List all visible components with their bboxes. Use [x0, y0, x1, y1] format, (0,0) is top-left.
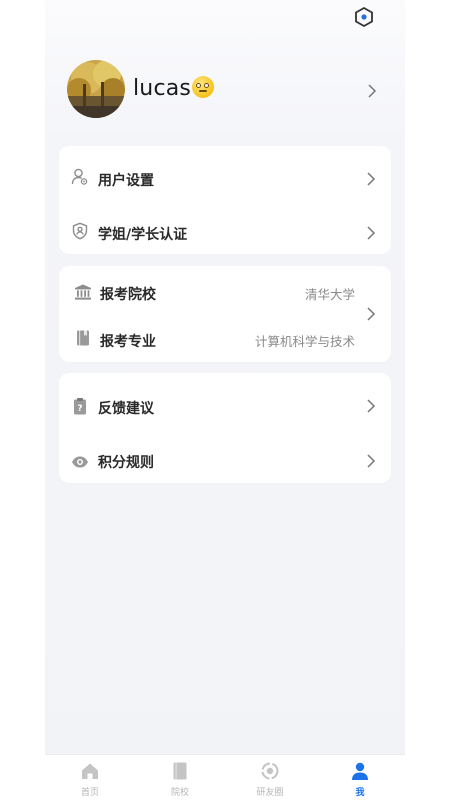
- institution-icon: [75, 284, 91, 300]
- svg-text:?: ?: [77, 404, 82, 414]
- shield-user-icon: [72, 222, 88, 240]
- chevron-right-icon: [367, 399, 376, 413]
- points-rules-label: 积分规则: [98, 455, 154, 471]
- tab-schools[interactable]: 院校: [135, 755, 225, 801]
- app-screen: lucas 用户设置 学姐/学长认证 报考院校 清华大学 报考专业 计算机科学与…: [45, 0, 405, 801]
- book-icon: [77, 330, 89, 346]
- senior-verification-row[interactable]: 学姐/学长认证: [59, 200, 391, 254]
- tab-me-label: 我: [355, 788, 365, 798]
- chevron-right-icon: [367, 172, 376, 186]
- bottom-tab-bar: 首页 院校 研友圈 我: [45, 754, 405, 801]
- feedback-clipboard-icon: ?: [74, 398, 86, 415]
- feedback-row[interactable]: ? 反馈建议: [59, 373, 391, 428]
- school-book-icon: [173, 762, 187, 780]
- avatar[interactable]: [67, 60, 125, 118]
- user-settings-icon: [71, 168, 88, 185]
- username-text: lucas: [133, 76, 192, 101]
- chevron-right-icon: [367, 226, 376, 240]
- tab-me[interactable]: 我: [315, 755, 405, 801]
- target-school-label: 报考院校: [100, 287, 156, 303]
- profile-header[interactable]: lucas: [45, 60, 405, 124]
- settings-hex-icon[interactable]: [353, 6, 375, 28]
- target-major-label: 报考专业: [100, 334, 156, 350]
- tab-study-circle-label: 研友圈: [256, 788, 284, 798]
- tab-study-circle[interactable]: 研友圈: [225, 755, 315, 801]
- target-major-row: 报考专业 计算机科学与技术: [59, 314, 391, 362]
- target-major-value: 计算机科学与技术: [254, 334, 355, 349]
- exam-target-card[interactable]: 报考院校 清华大学 报考专业 计算机科学与技术: [59, 266, 391, 362]
- chevron-right-icon: [367, 307, 376, 321]
- feedback-label: 反馈建议: [98, 401, 154, 417]
- account-card: 用户设置 学姐/学长认证: [59, 146, 391, 254]
- chevron-right-icon: [368, 84, 377, 98]
- eye-roll-emoji-icon: [192, 76, 215, 98]
- eye-icon: [72, 456, 88, 468]
- user-settings-row[interactable]: 用户设置: [59, 146, 391, 200]
- home-icon: [82, 763, 98, 779]
- tab-home[interactable]: 首页: [45, 755, 135, 801]
- target-school-value: 清华大学: [304, 287, 355, 302]
- misc-card: ? 反馈建议 积分规则: [59, 373, 391, 483]
- tab-home-label: 首页: [80, 788, 99, 798]
- tab-schools-label: 院校: [170, 788, 189, 798]
- target-school-row: 报考院校 清华大学: [59, 266, 391, 314]
- circle-icon: [261, 762, 279, 780]
- senior-verification-label: 学姐/学长认证: [98, 227, 188, 243]
- person-icon: [352, 762, 368, 780]
- points-rules-row[interactable]: 积分规则: [59, 428, 391, 483]
- user-settings-label: 用户设置: [98, 173, 154, 189]
- chevron-right-icon: [367, 454, 376, 468]
- username: lucas: [133, 76, 215, 101]
